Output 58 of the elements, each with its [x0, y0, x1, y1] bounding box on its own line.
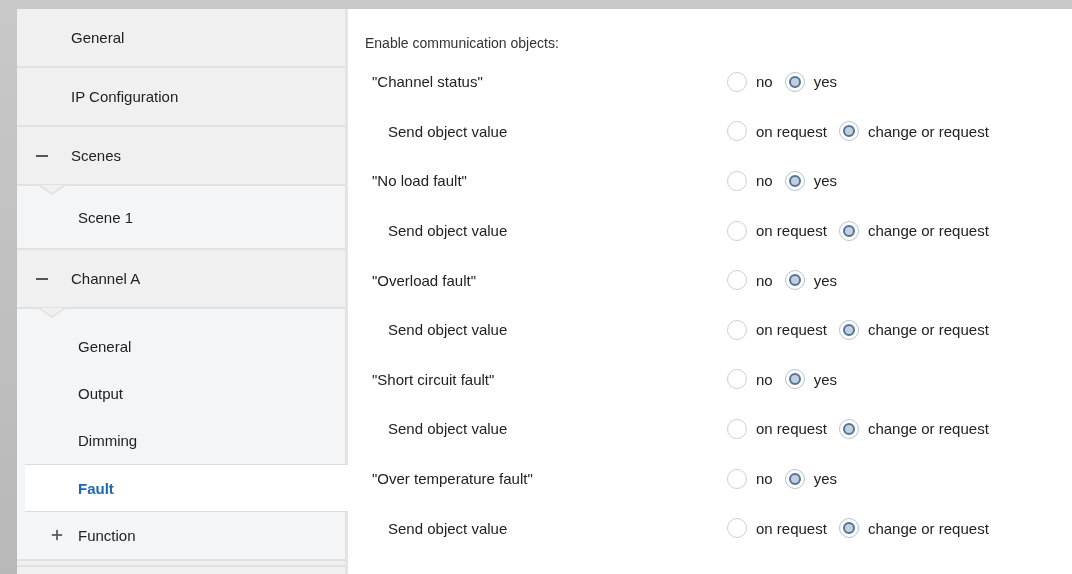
radio-button[interactable] [727, 319, 747, 340]
radio-option[interactable]: change or request [838, 418, 989, 439]
plus-icon[interactable] [51, 529, 63, 541]
sidebar-item[interactable]: Output [17, 370, 345, 417]
radio-button[interactable] [727, 71, 747, 92]
radio-button[interactable] [727, 369, 747, 390]
radio-button[interactable] [838, 319, 859, 340]
radio-button[interactable] [838, 418, 859, 439]
sidebar-item[interactable]: General [17, 323, 345, 370]
radio-button[interactable] [727, 171, 747, 191]
setting-label: "Short circuit fault" [371, 370, 496, 388]
radio-option[interactable]: no [727, 369, 773, 390]
radio-button[interactable] [838, 220, 859, 241]
radio-option[interactable]: yes [784, 71, 838, 92]
radio-option[interactable]: change or request [838, 121, 989, 142]
setting-label: "No load fault" [371, 172, 468, 190]
radio-option[interactable]: no [727, 171, 773, 191]
radio-button[interactable] [784, 468, 805, 489]
radio-option[interactable]: yes [784, 369, 838, 390]
radio-option[interactable]: yes [784, 270, 838, 291]
radio-option[interactable]: change or request [838, 319, 989, 340]
radio-option[interactable]: on request [727, 518, 827, 539]
radio-option[interactable]: on request [727, 220, 827, 241]
setting-label: Send object value [387, 222, 509, 240]
radio-button[interactable] [727, 220, 747, 241]
radio-button[interactable] [727, 270, 747, 291]
radio-button[interactable] [727, 121, 747, 142]
radio-option[interactable]: on request [727, 121, 827, 142]
radio-button[interactable] [784, 270, 805, 291]
radio-button[interactable] [727, 518, 747, 539]
radio-option[interactable]: no [727, 71, 773, 92]
sidebar-item[interactable]: Dimming [17, 417, 345, 464]
radio-option[interactable]: no [727, 468, 773, 489]
radio-button[interactable] [727, 418, 747, 439]
radio-button[interactable] [784, 71, 805, 92]
sidebar-item[interactable]: Fault [25, 464, 348, 512]
radio-button[interactable] [838, 518, 859, 539]
setting-label: "Overload fault" [371, 271, 478, 289]
section-heading: Enable communication objects: [365, 35, 560, 51]
radio-option[interactable]: on request [727, 319, 827, 340]
setting-label: "Channel status" [371, 73, 484, 91]
radio-option[interactable]: on request [727, 418, 827, 439]
setting-label: Send object value [387, 321, 509, 339]
radio-option[interactable]: change or request [838, 220, 989, 241]
radio-option[interactable]: yes [784, 468, 838, 489]
radio-button[interactable] [727, 468, 747, 489]
sidebar-item[interactable]: Scene 1 [17, 186, 345, 248]
setting-label: "Over temperature fault" [371, 470, 534, 488]
radio-option[interactable]: yes [784, 171, 838, 191]
setting-label: Send object value [387, 122, 509, 140]
setting-label: Send object value [387, 519, 509, 537]
setting-label: Send object value [387, 420, 509, 438]
radio-button[interactable] [838, 121, 859, 142]
radio-option[interactable]: change or request [838, 518, 989, 539]
radio-button[interactable] [784, 369, 805, 390]
sidebar-item[interactable]: Function [17, 512, 345, 559]
radio-button[interactable] [784, 171, 805, 191]
radio-option[interactable]: no [727, 270, 773, 291]
